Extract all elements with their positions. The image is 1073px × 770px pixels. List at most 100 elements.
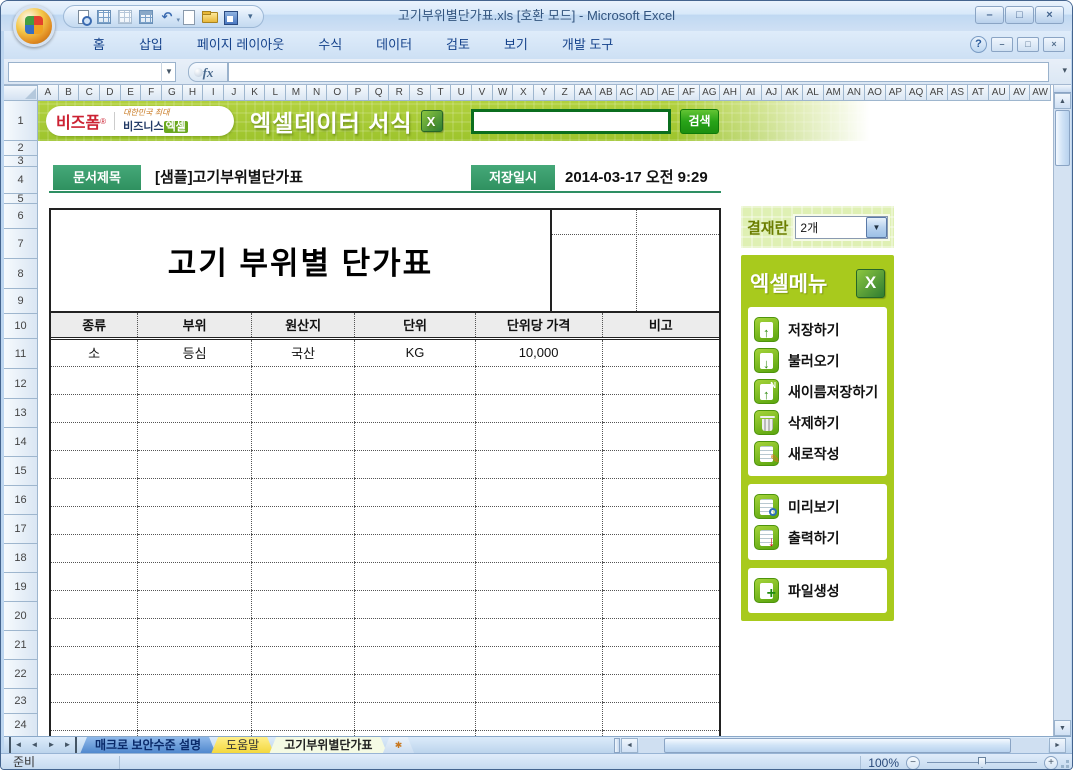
select-all-corner[interactable] (4, 85, 38, 101)
column-header-cell[interactable]: W (492, 85, 514, 101)
office-button[interactable] (13, 5, 55, 47)
sheet-tab-도움말[interactable]: 도움말 (211, 737, 274, 754)
last-sheet-button[interactable]: ► (60, 737, 77, 753)
row-header-cell[interactable]: 5 (4, 194, 38, 204)
table-cell[interactable] (601, 702, 719, 731)
row-header-cell[interactable]: 22 (4, 660, 38, 689)
column-header-cell[interactable]: M (286, 85, 307, 101)
table-cell[interactable] (137, 674, 252, 703)
ribbon-tab-삽입[interactable]: 삽입 (122, 31, 180, 59)
table-cell[interactable] (354, 590, 476, 619)
row-header-cell[interactable]: 21 (4, 631, 38, 660)
table-cell[interactable] (137, 478, 252, 507)
column-header-cell[interactable]: AP (885, 85, 907, 101)
table-cell[interactable] (601, 338, 719, 367)
table-cell[interactable] (354, 702, 476, 731)
table-cell[interactable] (474, 394, 603, 423)
menu-item-새로작성[interactable]: ✎ 새로작성 (754, 438, 881, 469)
search-button[interactable]: 검색 (680, 109, 719, 134)
table-cell[interactable] (51, 646, 138, 675)
table-cell[interactable] (474, 534, 603, 563)
column-header-cell[interactable]: A (38, 85, 59, 101)
table-cell[interactable] (137, 562, 252, 591)
prev-sheet-button[interactable]: ◄ (26, 737, 43, 753)
column-header-cell[interactable]: AG (699, 85, 721, 101)
column-header-cell[interactable]: V (472, 85, 493, 101)
column-header-cell[interactable]: H (182, 85, 204, 101)
menu-item-출력하기[interactable]: ↓ 출력하기 (754, 522, 881, 553)
expand-formula-bar-icon[interactable]: ▾ (1062, 65, 1067, 76)
row-header-cell[interactable]: 13 (4, 399, 38, 428)
table-cell[interactable] (51, 394, 138, 423)
table-cell[interactable] (250, 590, 355, 619)
column-header-cell[interactable]: R (389, 85, 411, 101)
ribbon-tab-검토[interactable]: 검토 (429, 31, 487, 59)
next-sheet-button[interactable]: ► (43, 737, 60, 753)
column-header-cell[interactable]: C (79, 85, 101, 101)
table-cell[interactable] (474, 422, 603, 451)
dropdown-arrow-icon[interactable]: ▼ (866, 216, 887, 238)
table-cell[interactable] (354, 534, 476, 563)
table-header-cell[interactable]: 부위 (137, 313, 252, 340)
table-cell[interactable] (137, 646, 252, 675)
table-cell[interactable] (474, 450, 603, 479)
table-cell[interactable] (250, 562, 355, 591)
column-header-cell[interactable]: O (327, 85, 349, 101)
table-cell[interactable] (51, 590, 138, 619)
column-header-cell[interactable]: AV (1009, 85, 1031, 101)
table-cell[interactable] (474, 562, 603, 591)
column-header-cell[interactable]: L (265, 85, 287, 101)
row-header-cell[interactable]: 8 (4, 259, 38, 289)
table-cell[interactable] (51, 674, 138, 703)
insert-worksheet-tab[interactable]: ✱ (382, 737, 414, 754)
row-header-cell[interactable]: 12 (4, 369, 38, 399)
table-cell[interactable] (250, 674, 355, 703)
column-header-cell[interactable]: K (244, 85, 266, 101)
table-cell[interactable] (354, 618, 476, 647)
table-cell[interactable] (601, 562, 719, 591)
column-header-cell[interactable]: AQ (906, 85, 927, 101)
table-cell[interactable] (601, 590, 719, 619)
table-cell[interactable] (250, 450, 355, 479)
ribbon-tab-페이지 레이아웃[interactable]: 페이지 레이아웃 (180, 31, 301, 59)
row-header-cell[interactable]: 16 (4, 486, 38, 515)
column-header-cell[interactable]: AR (926, 85, 948, 101)
table-cell[interactable] (250, 618, 355, 647)
column-header-cell[interactable]: AA (575, 85, 597, 101)
row-header-cell[interactable]: 24 (4, 714, 38, 736)
table-cell[interactable]: 소 (51, 338, 138, 367)
column-header-cell[interactable]: AD (637, 85, 659, 101)
table-cell[interactable] (601, 394, 719, 423)
table-cell[interactable] (51, 450, 138, 479)
maximize-button[interactable]: □ (1005, 6, 1034, 24)
table-cell[interactable] (51, 366, 138, 395)
table-cell[interactable] (354, 478, 476, 507)
row-header-cell[interactable]: 17 (4, 515, 38, 544)
resize-grip[interactable] (1058, 757, 1070, 769)
table-cell[interactable] (601, 618, 719, 647)
table-cell[interactable] (601, 450, 719, 479)
vertical-scrollbar[interactable]: ▲ ▼ (1053, 85, 1071, 736)
column-header-cell[interactable]: U (451, 85, 473, 101)
column-header-cell[interactable]: AC (616, 85, 638, 101)
table-cell[interactable] (250, 394, 355, 423)
row-header-cell[interactable]: 11 (4, 339, 38, 369)
sheet-tab-매크로 보안수준 설명[interactable]: 매크로 보안수준 설명 (80, 737, 216, 754)
menu-item-저장하기[interactable]: ↑ 저장하기 (754, 314, 881, 345)
table-cell[interactable] (474, 478, 603, 507)
table-cell[interactable] (601, 534, 719, 563)
zoom-level[interactable]: 100% (868, 756, 899, 770)
column-header-cell[interactable]: B (58, 85, 80, 101)
row-header-cell[interactable]: 9 (4, 289, 38, 314)
name-box[interactable] (8, 62, 176, 82)
table-header-cell[interactable]: 원산지 (250, 313, 355, 340)
table-cell[interactable] (137, 618, 252, 647)
table-cell[interactable] (474, 674, 603, 703)
approval-count-select[interactable]: 2개 ▼ (795, 215, 888, 239)
table-cell[interactable] (601, 674, 719, 703)
scroll-left-icon[interactable]: ◄ (621, 738, 638, 753)
column-header-cell[interactable]: F (141, 85, 163, 101)
horizontal-scroll-track[interactable] (639, 738, 1048, 753)
table-cell[interactable]: 10,000 (474, 338, 603, 367)
column-header-cell[interactable]: E (120, 85, 142, 101)
